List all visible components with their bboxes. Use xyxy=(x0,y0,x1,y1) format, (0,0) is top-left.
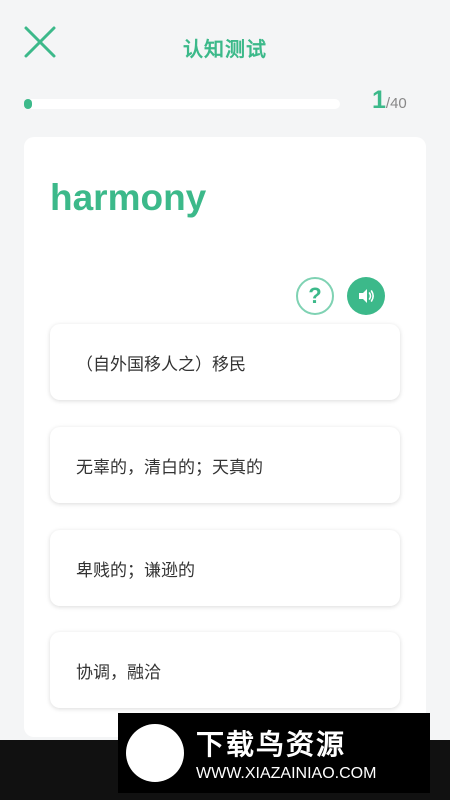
watermark-url: WWW.XIAZAINIAO.COM xyxy=(196,765,377,782)
help-button[interactable]: ? xyxy=(296,277,334,315)
question-icon: ? xyxy=(308,283,322,308)
progress-bar xyxy=(24,99,340,109)
header-bar: 认知测试 xyxy=(0,0,450,90)
speaker-icon xyxy=(359,289,374,303)
progress-total: 40 xyxy=(390,95,407,112)
question-card: harmony ? （自外国移人之）移民 无辜的，清白的；天真的 卑贱的；谦逊的… xyxy=(24,137,426,737)
watermark: 下载鸟资源 WWW.XIAZAINIAO.COM xyxy=(118,713,430,793)
watermark-text: 下载鸟资源 WWW.XIAZAINIAO.COM xyxy=(196,723,376,783)
pronunciation-button[interactable] xyxy=(347,277,385,315)
quiz-word: harmony xyxy=(50,177,207,218)
progress-counter: 1/40 xyxy=(372,86,407,115)
page-title: 认知测试 xyxy=(183,37,267,61)
progress-bar-fill xyxy=(24,99,32,109)
watermark-brand: 下载鸟资源 xyxy=(196,728,347,761)
answer-option-4[interactable]: 协调，融洽 xyxy=(50,632,400,708)
answer-option-1[interactable]: （自外国移人之）移民 xyxy=(50,324,400,400)
answer-option-2[interactable]: 无辜的，清白的；天真的 xyxy=(50,427,400,503)
progress-current: 1 xyxy=(372,86,386,114)
answer-option-3[interactable]: 卑贱的；谦逊的 xyxy=(50,530,400,606)
watermark-logo xyxy=(126,724,184,782)
